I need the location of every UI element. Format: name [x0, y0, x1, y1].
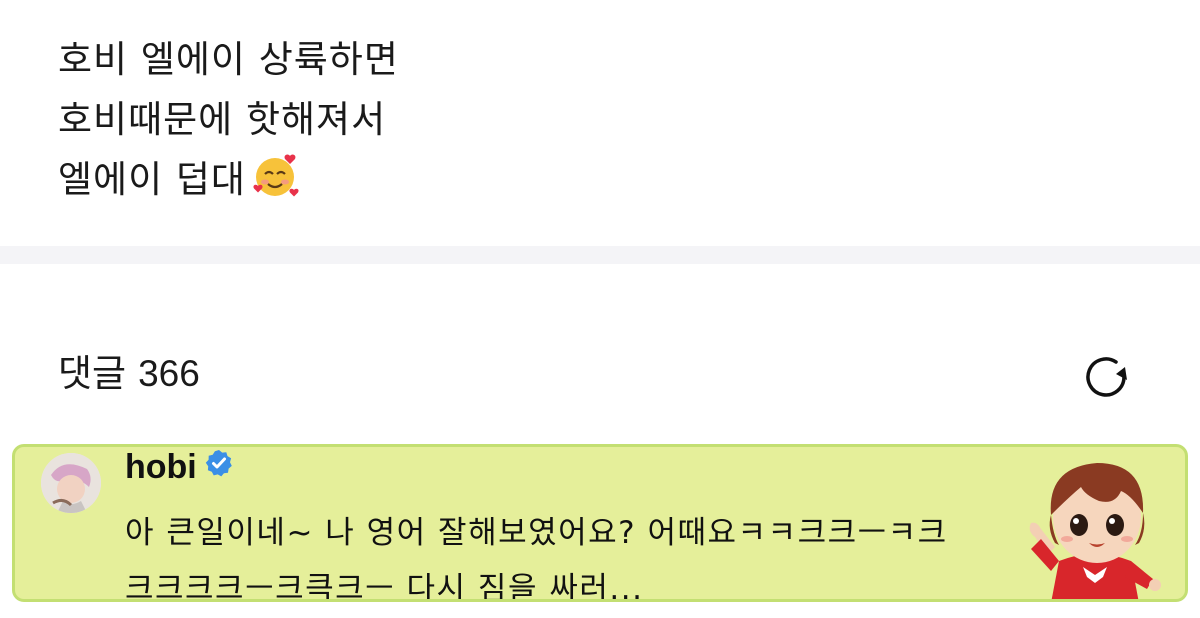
highlighted-comment[interactable]: hobi 아 큰일이네~ 나 영어 잘해보였어요? 어때요ㅋㅋ크크ㅡㅋ크 크크크…: [12, 444, 1188, 602]
page: 호비 엘에이 상륙하면 호비때문에 핫해져서 엘에이 덥대 댓글 366 hob…: [0, 0, 1200, 618]
comment-author-row: hobi: [125, 447, 233, 487]
comment-line: 아 큰일이네~ 나 영어 잘해보였어요? 어때요ㅋㅋ크크ㅡㅋ크: [125, 515, 948, 551]
comments-count: 366: [138, 353, 200, 394]
tinytan-sticker: [1015, 455, 1175, 599]
post-line-text: 엘에이 덥대: [58, 158, 246, 201]
verified-badge-icon: [205, 449, 233, 481]
comment-text: 아 큰일이네~ 나 영어 잘해보였어요? 어때요ㅋㅋ크크ㅡㅋ크 크크크크ㅡ크큭크…: [125, 505, 1005, 602]
post-line: 호비 엘에이 상륙하면: [58, 38, 399, 81]
comment-line: 크크크크ㅡ크큭크ㅡ 다시 짐을 싸러...: [125, 571, 644, 602]
avatar[interactable]: [41, 453, 101, 513]
comment-author[interactable]: hobi: [125, 448, 197, 486]
post-line: 호비때문에 핫해져서: [58, 98, 387, 141]
section-divider: [0, 246, 1200, 264]
smiling-face-with-hearts-icon: [250, 150, 300, 218]
comments-label: 댓글: [58, 352, 127, 395]
post-body: 호비 엘에이 상륙하면 호비때문에 핫해져서 엘에이 덥대: [58, 30, 1158, 210]
refresh-button[interactable]: [1080, 350, 1134, 404]
post-line-with-emoji: 엘에이 덥대: [58, 150, 1158, 210]
refresh-icon: [1086, 357, 1127, 397]
comments-header: 댓글 366: [58, 348, 200, 400]
